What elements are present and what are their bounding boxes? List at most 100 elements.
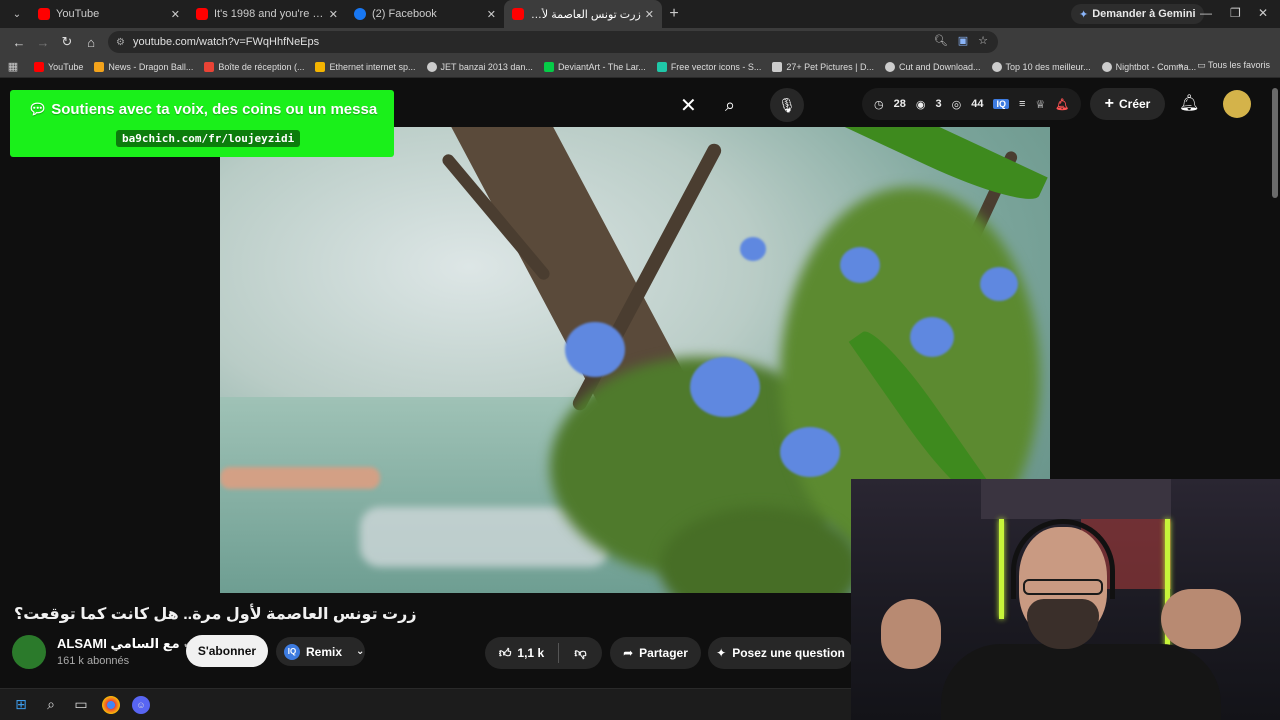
facebook-favicon-icon bbox=[354, 8, 366, 20]
award-icon[interactable]: ♕ bbox=[1035, 98, 1045, 111]
restore-icon[interactable]: ❐ bbox=[1230, 6, 1241, 20]
video-frame-flower bbox=[780, 427, 840, 477]
webcam-person-shirt bbox=[941, 644, 1221, 720]
tab-close-icon[interactable]: ✕ bbox=[171, 8, 180, 21]
page-scrollbar[interactable] bbox=[1272, 88, 1278, 198]
browser-toolbar: ← → ↻ ⌂ ⚙ youtube.com/watch?v=FWqHhfNeEp… bbox=[0, 28, 1280, 78]
zoom-icon[interactable]: 🔍︎ bbox=[934, 34, 948, 47]
voice-search-button[interactable]: 🎙︎ bbox=[770, 88, 804, 122]
like-dislike-group: 👍︎ 1,1 k 👎︎ bbox=[485, 637, 602, 669]
webcam-overlay bbox=[851, 479, 1280, 720]
bookmark-item[interactable]: Free vector icons - S... bbox=[656, 61, 762, 72]
extension-stats-pill[interactable]: ◷ 28 ◉ 3 ◎ 44 IQ ≡ ♕ 🔔︎ bbox=[862, 88, 1082, 120]
all-bookmarks[interactable]: ▭ Tous les favoris bbox=[1197, 60, 1270, 71]
channel-avatar[interactable] bbox=[12, 635, 46, 669]
tab-youtube[interactable]: YouTube ✕ bbox=[30, 0, 188, 28]
site-info-icon[interactable]: ⚙ bbox=[116, 37, 125, 48]
iq-icon: IQ bbox=[284, 643, 300, 660]
subscribe-button[interactable]: S'abonner bbox=[186, 635, 268, 667]
youtube-favicon-icon bbox=[38, 8, 50, 20]
bookmark-item[interactable]: Ethernet internet sp... bbox=[315, 61, 416, 72]
tab-search-chevron-icon[interactable]: ⌄ bbox=[4, 4, 30, 24]
bookmark-item[interactable]: DeviantArt - The Lar... bbox=[543, 61, 646, 72]
globe-icon bbox=[884, 61, 895, 72]
webcam-person-hand bbox=[1161, 589, 1241, 649]
bookmark-favicon-icon bbox=[315, 61, 326, 72]
home-icon[interactable]: ⌂ bbox=[80, 35, 102, 50]
create-button[interactable]: + Créer bbox=[1090, 88, 1165, 120]
bookmarks-overflow-icon[interactable]: » bbox=[1178, 60, 1183, 71]
tab-close-icon[interactable]: ✕ bbox=[329, 8, 338, 21]
share-button[interactable]: ➦ Partager bbox=[610, 637, 701, 669]
search-icon: ⌕ bbox=[724, 94, 736, 115]
bookmarks-bar: ▦ YouTube News - Dragon Ball... Boîte de… bbox=[0, 56, 1280, 78]
thumbs-down-icon: 👎︎ bbox=[574, 645, 587, 660]
discord-icon[interactable]: ☺ bbox=[132, 695, 150, 714]
alert-icon[interactable]: 🔔︎ bbox=[1055, 98, 1069, 111]
bookmark-label: Boîte de réception (... bbox=[218, 61, 305, 72]
tab-active-video[interactable]: زرت تونس العاصمة لأول مرة.. هل ✕ bbox=[504, 0, 662, 28]
folder-icon: ▭ bbox=[1197, 60, 1208, 70]
bookmark-item[interactable]: 27+ Pet Pictures | D... bbox=[772, 61, 874, 72]
like-button[interactable]: 👍︎ 1,1 k bbox=[485, 643, 559, 663]
gemini-button[interactable]: ✦ Demander à Gemini bbox=[1071, 4, 1204, 24]
bookmark-item[interactable]: Cut and Download... bbox=[884, 61, 981, 72]
window-close-icon[interactable]: ✕ bbox=[1258, 6, 1268, 20]
bookmark-item[interactable]: News - Dragon Ball... bbox=[94, 61, 193, 72]
video-frame-flower bbox=[690, 357, 760, 417]
tab-close-icon[interactable]: ✕ bbox=[645, 8, 654, 21]
channel-name[interactable]: ALSAMI مع السامي ✔ bbox=[57, 636, 193, 652]
windows-start-icon[interactable]: ⊞ bbox=[12, 696, 30, 714]
video-frame-flower bbox=[840, 247, 880, 283]
ask-question-button[interactable]: ✦ Posez une question bbox=[708, 637, 853, 669]
iq-icon[interactable]: IQ bbox=[993, 99, 1009, 109]
task-view-icon[interactable]: ▭ bbox=[72, 696, 90, 714]
search-box[interactable]: ✕ bbox=[395, 87, 725, 123]
share-arrow-icon: ➦ bbox=[623, 646, 634, 660]
back-arrow-icon[interactable]: ← bbox=[8, 35, 30, 50]
chrome-icon[interactable] bbox=[102, 695, 120, 714]
reload-icon[interactable]: ↻ bbox=[56, 34, 78, 50]
new-tab-button[interactable]: + bbox=[662, 5, 686, 23]
video-frame-flower bbox=[740, 237, 766, 261]
youtube-favicon-icon bbox=[196, 8, 208, 20]
bookmark-item[interactable]: Top 10 des meilleur... bbox=[991, 61, 1091, 72]
bookmark-item[interactable]: JET banzai 2013 dan... bbox=[426, 61, 533, 72]
eye-icon: ◎ bbox=[951, 98, 962, 111]
bookmark-label: Free vector icons - S... bbox=[670, 61, 762, 72]
donation-overlay: 💬︎ Soutiens avec ta voix, des coins ou u… bbox=[10, 90, 394, 157]
tab-facebook[interactable]: (2) Facebook ✕ bbox=[346, 0, 504, 28]
all-bookmarks-label: Tous les favoris bbox=[1207, 60, 1270, 70]
webcam-shelf bbox=[981, 479, 1171, 519]
bookmark-item[interactable]: Boîte de réception (... bbox=[204, 61, 305, 72]
bookmark-label: Cut and Download... bbox=[898, 61, 981, 72]
bookmark-favicon-icon bbox=[34, 61, 44, 72]
tab-drifting[interactable]: It's 1998 and you're drifting in ✕ bbox=[188, 0, 346, 28]
minimize-icon[interactable]: — bbox=[1200, 6, 1212, 20]
bookmark-label: YouTube bbox=[48, 61, 84, 72]
tab-close-icon[interactable]: ✕ bbox=[487, 8, 496, 21]
address-bar[interactable]: ⚙ youtube.com/watch?v=FWqHhfNeEps 🔍︎ ▣ ☆ bbox=[108, 31, 998, 53]
globe-icon bbox=[991, 61, 1002, 72]
account-avatar[interactable] bbox=[1223, 90, 1251, 118]
bookmark-item[interactable]: YouTube bbox=[34, 61, 84, 72]
bookmark-favicon-icon bbox=[772, 61, 783, 72]
remix-button[interactable]: IQ Remix ⌄ bbox=[276, 637, 365, 666]
notifications-bell-icon[interactable]: 🔔︎ bbox=[1179, 93, 1199, 113]
remix-label: Remix bbox=[306, 644, 343, 659]
microphone-icon: 🎙︎ bbox=[778, 96, 796, 113]
list-icon[interactable]: ≡ bbox=[1019, 98, 1025, 110]
search-clear-icon[interactable]: ✕ bbox=[680, 93, 697, 118]
forward-arrow-icon[interactable]: → bbox=[32, 35, 54, 50]
ask-label: Posez une question bbox=[732, 646, 845, 660]
gmail-favicon-icon bbox=[204, 61, 215, 72]
dislike-button[interactable]: 👎︎ bbox=[559, 646, 602, 661]
bookmark-favicon-icon bbox=[94, 61, 105, 72]
apps-grid-icon[interactable]: ▦ bbox=[0, 60, 26, 73]
taskbar-search-icon[interactable]: ⌕ bbox=[42, 696, 60, 714]
search-button[interactable]: ⌕ bbox=[705, 87, 755, 123]
video-frame-pier bbox=[220, 467, 380, 489]
cast-icon[interactable]: ▣ bbox=[958, 34, 968, 47]
youtube-favicon-icon bbox=[512, 8, 524, 20]
bookmark-star-icon[interactable]: ☆ bbox=[978, 34, 988, 47]
